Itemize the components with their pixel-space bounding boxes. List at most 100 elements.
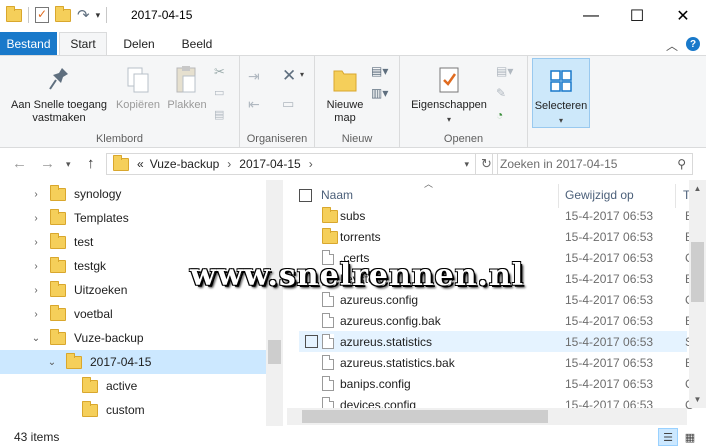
- tree-item[interactable]: ⌄ Vuze-backup: [0, 326, 266, 350]
- row-checkbox[interactable]: [305, 335, 318, 348]
- recent-locations-icon[interactable]: ▾: [66, 159, 71, 170]
- tree-item[interactable]: › test: [0, 230, 266, 254]
- tree-item[interactable]: active: [0, 374, 266, 398]
- collapse-chevron-icon[interactable]: ⌄: [46, 357, 58, 368]
- navigation-scrollbar[interactable]: [266, 180, 283, 426]
- new-folder-icon[interactable]: [55, 5, 71, 22]
- minimize-button[interactable]: —: [568, 0, 614, 32]
- properties-icon[interactable]: [35, 7, 49, 23]
- tree-item-label: 2017-04-15: [90, 355, 152, 369]
- search-icon[interactable]: ⚲: [677, 157, 686, 171]
- tree-item[interactable]: › testgk: [0, 254, 266, 278]
- expand-chevron-icon[interactable]: ›: [30, 237, 42, 248]
- address-bar[interactable]: « Vuze-backup › 2017-04-15 › ▾: [106, 153, 476, 175]
- paste-button[interactable]: Plakken: [164, 64, 210, 112]
- back-icon[interactable]: ←: [12, 155, 27, 172]
- ribbon: Aan Snelle toegang vastmaken Kopiëren Pl…: [0, 55, 706, 148]
- navigation-scrollbar-thumb[interactable]: [268, 340, 281, 364]
- folder-icon: [50, 208, 66, 225]
- new-folder-button[interactable]: Nieuwe map: [321, 64, 369, 125]
- rename-icon[interactable]: ▭: [282, 96, 298, 111]
- file-row[interactable]: .certs15-4-2017 06:53C: [299, 247, 694, 268]
- forward-icon[interactable]: →: [40, 155, 55, 172]
- expand-chevron-icon[interactable]: ›: [30, 261, 42, 272]
- folder-icon: [82, 400, 98, 417]
- tree-item[interactable]: › synology: [0, 182, 266, 206]
- tab-view[interactable]: Beeld: [171, 32, 223, 55]
- delete-icon[interactable]: ✕: [282, 66, 298, 85]
- breadcrumb-2017-04-15[interactable]: 2017-04-15: [239, 157, 300, 171]
- copy-path-icon[interactable]: ▭: [214, 86, 230, 100]
- select-button[interactable]: Selecteren ▾: [532, 58, 590, 128]
- file-list-scrollbar-thumb[interactable]: [691, 242, 704, 302]
- properties-button[interactable]: Eigenschappen ▾: [406, 64, 492, 126]
- file-row[interactable]: azureus.config.bak15-4-2017 06:53B: [299, 310, 693, 331]
- paste-shortcut-icon[interactable]: ▤: [214, 108, 230, 122]
- file-row[interactable]: azureus.statistics.bak15-4-2017 06:53B: [299, 352, 693, 373]
- copy-button[interactable]: Kopiëren: [114, 64, 162, 112]
- file-icon: [322, 271, 334, 286]
- expand-chevron-icon[interactable]: ›: [30, 213, 42, 224]
- tree-item[interactable]: custom: [0, 398, 266, 422]
- breadcrumb-overflow[interactable]: «: [137, 157, 144, 171]
- address-dropdown-icon[interactable]: ▾: [464, 159, 469, 170]
- expand-chevron-icon[interactable]: ›: [30, 189, 42, 200]
- tree-item[interactable]: ⌄ 2017-04-15: [0, 350, 266, 374]
- undo-icon[interactable]: ↷: [77, 6, 90, 24]
- file-row[interactable]: azureus.statistics15-4-2017 06:53S: [299, 331, 693, 352]
- collapse-ribbon-icon[interactable]: ︿: [666, 37, 678, 54]
- group-clipboard: Aan Snelle toegang vastmaken Kopiëren Pl…: [0, 56, 240, 148]
- scroll-up-icon[interactable]: ▲: [689, 180, 706, 197]
- tree-item-label: Templates: [74, 211, 129, 225]
- file-row[interactable]: torrents15-4-2017 06:53B: [299, 226, 693, 247]
- tree-item-label: Uitzoeken: [74, 283, 128, 297]
- tree-item[interactable]: › Uitzoeken: [0, 278, 266, 302]
- delete-dropdown-icon[interactable]: ▾: [300, 70, 316, 84]
- file-row[interactable]: azureus.config15-4-2017 06:53C: [299, 289, 694, 310]
- history-icon[interactable]: ◔: [496, 108, 512, 122]
- help-icon[interactable]: ?: [686, 37, 700, 51]
- scroll-down-icon[interactable]: ▼: [689, 391, 706, 408]
- collapse-chevron-icon[interactable]: ⌄: [30, 333, 42, 344]
- file-row[interactable]: subs15-4-2017 06:53B: [299, 205, 693, 226]
- file-list-vertical-scrollbar[interactable]: ▲ ▼: [689, 180, 706, 408]
- tree-item[interactable]: › voetbal: [0, 302, 266, 326]
- file-row[interactable]: banips.config15-4-2017 06:53C: [299, 373, 694, 394]
- group-label-open: Openen: [443, 133, 484, 145]
- group-select: Selecteren ▾: [528, 56, 598, 148]
- expand-chevron-icon[interactable]: ›: [30, 309, 42, 320]
- tab-file[interactable]: Bestand: [0, 32, 57, 55]
- select-all-checkbox[interactable]: [299, 189, 312, 202]
- cut-icon[interactable]: ✂: [214, 64, 230, 79]
- search-input[interactable]: Zoeken in 2017-04-15 ⚲: [492, 153, 693, 175]
- group-label-organize: Organiseren: [246, 133, 308, 145]
- file-row[interactable]: keystore15-4-2017 06:53B: [299, 268, 693, 289]
- new-item-icon[interactable]: ▤▾: [371, 64, 388, 78]
- file-list-horizontal-scrollbar[interactable]: [287, 408, 687, 425]
- edit-icon[interactable]: ✎: [496, 86, 512, 100]
- address-folder-icon: [113, 154, 129, 171]
- tree-item[interactable]: › Templates: [0, 206, 266, 230]
- pin-quick-access-button[interactable]: Aan Snelle toegang vastmaken: [4, 64, 114, 125]
- tab-share[interactable]: Delen: [113, 32, 165, 55]
- navigation-bar: ← → ▾ ↑ « Vuze-backup › 2017-04-15 › ▾ ↻…: [0, 149, 706, 179]
- large-icons-view-icon[interactable]: ▦: [680, 428, 700, 446]
- tab-start[interactable]: Start: [59, 32, 107, 55]
- close-button[interactable]: ✕: [660, 0, 706, 32]
- expand-chevron-icon[interactable]: ›: [30, 285, 42, 296]
- file-name: azureus.statistics.bak: [340, 355, 455, 370]
- open-icon[interactable]: ▤▾: [496, 64, 513, 78]
- breadcrumb-separator-icon[interactable]: ›: [227, 157, 231, 171]
- move-to-icon[interactable]: ⇥: [248, 68, 264, 84]
- easy-access-icon[interactable]: ▥▾: [371, 86, 388, 100]
- breadcrumb-vuze-backup[interactable]: Vuze-backup: [150, 157, 220, 171]
- maximize-button[interactable]: ☐: [614, 0, 660, 32]
- customize-toolbar-icon[interactable]: ▾: [96, 10, 101, 21]
- folder-icon: [50, 232, 66, 249]
- copy-to-icon[interactable]: ⇤: [248, 96, 264, 112]
- horizontal-scrollbar-thumb[interactable]: [302, 410, 548, 423]
- up-icon[interactable]: ↑: [87, 155, 95, 172]
- details-view-icon[interactable]: ☰: [658, 428, 678, 446]
- folder-icon: [50, 184, 66, 201]
- breadcrumb-separator-icon[interactable]: ›: [309, 157, 313, 171]
